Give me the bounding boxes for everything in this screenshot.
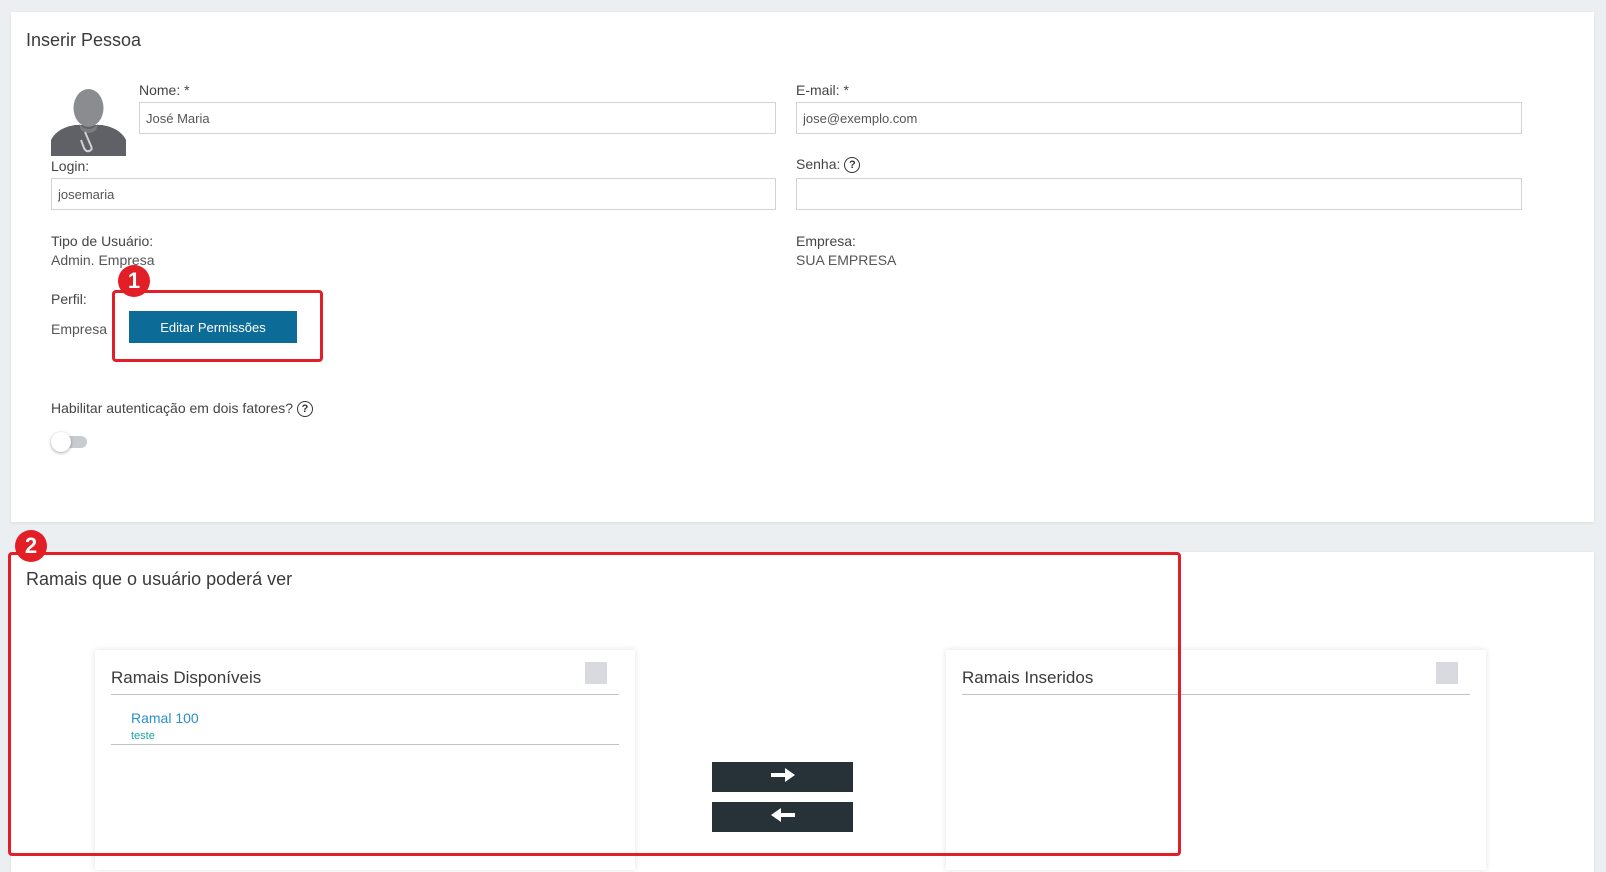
two-factor-label-wrap: Habilitar autenticação em dois fatores?? <box>51 400 314 418</box>
annotation-badge-1: 1 <box>118 265 150 297</box>
senha-label-wrap: Senha:? <box>796 156 861 174</box>
empresa-label: Empresa: <box>796 233 856 249</box>
login-input[interactable] <box>51 178 776 210</box>
nome-label: Nome: * <box>139 82 190 98</box>
help-icon[interactable]: ? <box>297 401 314 418</box>
email-label: E-mail: * <box>796 82 849 98</box>
page-title: Inserir Pessoa <box>26 30 142 50</box>
empresa-value: SUA EMPRESA <box>796 252 897 268</box>
select-all-checkbox[interactable] <box>1436 662 1458 684</box>
senha-label: Senha: <box>796 156 841 172</box>
annotation-badge-2: 2 <box>15 530 47 562</box>
senha-input[interactable] <box>796 178 1522 210</box>
two-factor-toggle[interactable] <box>51 432 87 452</box>
annotation-box-1 <box>112 290 323 362</box>
avatar-icon <box>51 88 126 156</box>
email-input[interactable] <box>796 102 1522 134</box>
login-label: Login: <box>51 158 90 174</box>
help-icon[interactable]: ? <box>844 157 861 174</box>
two-factor-label: Habilitar autenticação em dois fatores? <box>51 400 294 416</box>
toggle-knob <box>51 432 71 452</box>
perfil-label: Perfil: <box>51 291 87 307</box>
tipo-usuario-label: Tipo de Usuário: <box>51 233 154 249</box>
annotation-box-2 <box>8 552 1181 856</box>
perfil-value: Empresa <box>51 321 108 337</box>
nome-input[interactable] <box>139 102 776 134</box>
